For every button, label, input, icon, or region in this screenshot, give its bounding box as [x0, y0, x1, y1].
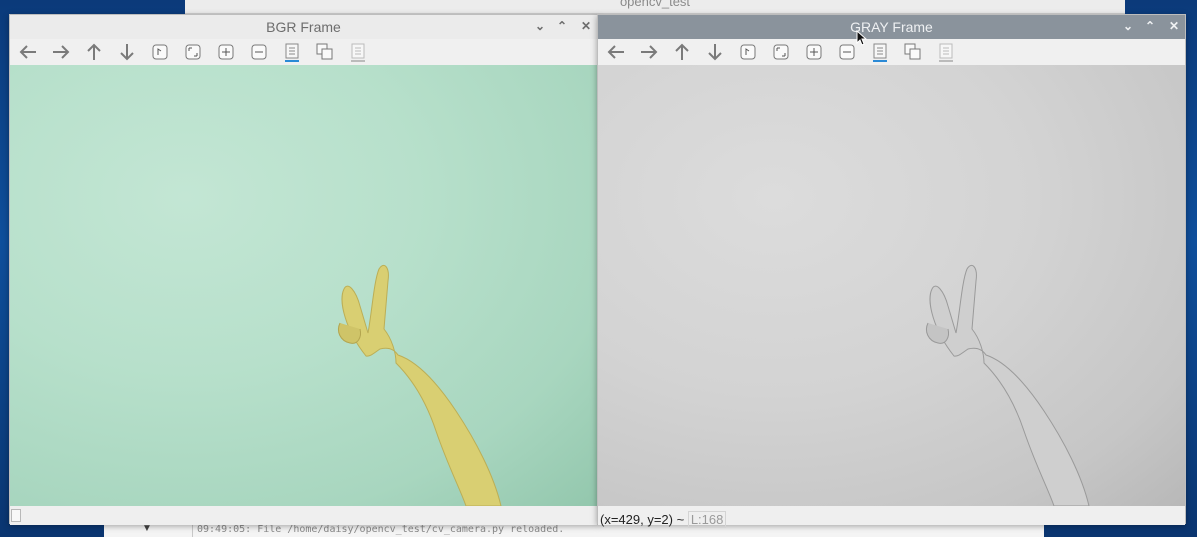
zoom-in-icon[interactable] [802, 41, 826, 63]
arrow-left-icon[interactable] [604, 41, 628, 63]
gray-image-canvas[interactable] [598, 65, 1185, 506]
editor-message: 09:49:05: File /home/daisy/opencv_test/c… [197, 524, 565, 535]
zoom-in-icon[interactable] [214, 41, 238, 63]
pixel-coords: (x=429, y=2) ~ [600, 512, 685, 527]
gray-frame-toolbar [598, 39, 1185, 65]
bgr-frame-toolbar [10, 39, 597, 65]
gray-frame-statusbar: (x=429, y=2) ~ L:168 [598, 506, 1185, 528]
properties-icon[interactable] [346, 41, 370, 63]
bgr-frame-titlebar[interactable]: BGR Frame ⌄ ⌃ ✕ [10, 15, 597, 39]
close-button[interactable]: ✕ [579, 19, 593, 33]
arrow-down-icon[interactable] [703, 41, 727, 63]
minimize-button[interactable]: ⌄ [1121, 19, 1135, 33]
arrow-right-icon[interactable] [637, 41, 661, 63]
arrow-up-icon[interactable] [82, 41, 106, 63]
pixel-readout: (x=429, y=2) ~ L:168 [600, 511, 727, 528]
bgr-image-canvas[interactable] [10, 65, 597, 506]
hand-image [925, 265, 1090, 506]
properties-icon[interactable] [934, 41, 958, 63]
bgr-frame-statusbar [10, 506, 597, 525]
hand-image [337, 265, 502, 506]
rotate-icon[interactable] [148, 41, 172, 63]
arrow-down-icon[interactable] [115, 41, 139, 63]
zoom-out-icon[interactable] [247, 41, 271, 63]
gray-frame-titlebar[interactable]: GRAY Frame ⌄ ⌃ ✕ [598, 15, 1185, 39]
maximize-button[interactable]: ⌃ [1143, 19, 1157, 33]
mouse-cursor-icon [856, 30, 868, 46]
background-window-title: opencv_test [619, 0, 691, 9]
close-button[interactable]: ✕ [1167, 19, 1181, 33]
minimize-button[interactable]: ⌄ [533, 19, 547, 33]
background-window: opencv_test [185, 0, 1125, 14]
zoom-fit-icon[interactable] [769, 41, 793, 63]
pixel-luminance: L:168 [687, 511, 727, 528]
save-icon[interactable] [868, 41, 892, 63]
arrow-up-icon[interactable] [670, 41, 694, 63]
bgr-frame-title: BGR Frame [266, 19, 341, 35]
gray-frame-window: GRAY Frame ⌄ ⌃ ✕ (x=429, y=2) ~ L:168 [597, 14, 1186, 528]
copy-icon[interactable] [313, 41, 337, 63]
arrow-right-icon[interactable] [49, 41, 73, 63]
gray-frame-title: GRAY Frame [850, 19, 933, 35]
status-indicator [11, 509, 21, 522]
rotate-icon[interactable] [736, 41, 760, 63]
maximize-button[interactable]: ⌃ [555, 19, 569, 33]
copy-icon[interactable] [901, 41, 925, 63]
bgr-frame-window: BGR Frame ⌄ ⌃ ✕ [9, 14, 598, 525]
save-icon[interactable] [280, 41, 304, 63]
zoom-fit-icon[interactable] [181, 41, 205, 63]
arrow-left-icon[interactable] [16, 41, 40, 63]
